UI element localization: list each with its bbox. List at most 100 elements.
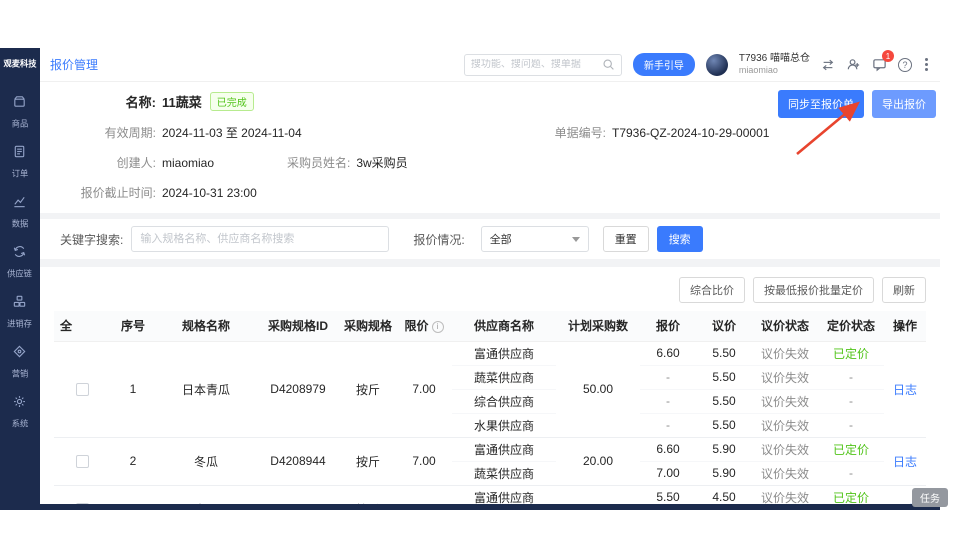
avatar[interactable]: [706, 54, 728, 76]
info-icon[interactable]: i: [432, 321, 444, 333]
creator: 创建人: miaomiao: [60, 154, 287, 171]
row-checkbox-cell: [54, 341, 110, 437]
bottom-bar: [40, 504, 940, 510]
header-spec-name: 规格名称: [156, 311, 256, 341]
table-row: 2冬瓜D4208944按斤7.00富通供应商20.006.605.90议价失效已…: [54, 437, 926, 461]
supplier-name: 蔬菜供应商: [452, 461, 556, 485]
global-search[interactable]: [464, 54, 622, 76]
account-info[interactable]: T7936 喵喵总仓 miaomiao: [739, 53, 810, 77]
log-link[interactable]: 日志: [893, 383, 917, 397]
refresh-button[interactable]: 刷新: [882, 277, 926, 303]
batch-price-button[interactable]: 按最低报价批量定价: [753, 277, 874, 303]
bargain-status: 议价失效: [752, 413, 818, 437]
row-seq: 2: [110, 437, 156, 485]
sidebar-item-orders[interactable]: 订单: [11, 144, 29, 180]
account-name: T7936 喵喵总仓: [739, 53, 810, 66]
messages-icon[interactable]: 1: [872, 57, 887, 72]
row-seq: 3: [110, 485, 156, 504]
price-status: 已定价: [818, 485, 884, 504]
log-link[interactable]: 日志: [893, 455, 917, 469]
select-all-header[interactable]: 全: [54, 311, 78, 341]
sync-to-quote-button[interactable]: 同步至报价单: [778, 90, 864, 118]
search-icon[interactable]: [602, 58, 615, 71]
sidebar: 观麦科技 商品 订单 数据 供应链: [0, 48, 40, 510]
sidebar-item-label: 营销: [12, 368, 29, 380]
sidebar-item-data[interactable]: 数据: [11, 194, 29, 230]
supplier-name: 水果供应商: [452, 413, 556, 437]
gear-icon: [12, 394, 27, 414]
search-button[interactable]: 搜索: [657, 226, 703, 252]
header-action: 操作: [884, 311, 926, 341]
guide-button[interactable]: 新手引导: [633, 53, 695, 76]
switch-store-icon[interactable]: [821, 58, 835, 72]
quote-status-value: 全部: [490, 231, 512, 247]
topbar-right: 新手引导 T7936 喵喵总仓 miaomiao 1 ?: [464, 53, 930, 77]
topbar: 报价管理 新手引导 T7936 喵喵总仓 miaomiao 1 ?: [40, 48, 940, 82]
compare-button[interactable]: 综合比价: [679, 277, 745, 303]
chevron-down-icon: [572, 237, 580, 242]
header-supplier: 供应商名称: [452, 311, 556, 341]
keyword-label: 关键字搜索:: [60, 231, 123, 248]
sidebar-item-supply-chain[interactable]: 供应链: [6, 244, 33, 280]
export-quote-button[interactable]: 导出报价: [872, 90, 936, 118]
valid-period: 有效周期: 2024-11-03 至 2024-11-04: [60, 124, 510, 141]
supplier-bargain: 5.90: [696, 437, 752, 461]
sidebar-item-label: 订单: [12, 168, 29, 180]
row-spec: 按斤: [340, 485, 396, 504]
supplier-name: 富通供应商: [452, 485, 556, 504]
message-badge: 1: [882, 50, 894, 62]
sidebar-item-marketing[interactable]: 营销: [11, 344, 29, 380]
sidebar-item-goods[interactable]: 商品: [11, 94, 29, 130]
bargain-status: 议价失效: [752, 437, 818, 461]
table-header-row: 全 序号 规格名称 采购规格ID 采购规格 限价i 供应商名称 计划采购数 报价…: [54, 311, 926, 341]
sidebar-item-inventory[interactable]: 进销存: [6, 294, 33, 330]
task-floating-tag[interactable]: 任务: [912, 488, 948, 507]
more-menu-icon[interactable]: [923, 63, 930, 66]
orders-icon: [12, 144, 27, 164]
row-checkbox[interactable]: [76, 455, 89, 468]
row-checkbox-cell: [54, 437, 110, 485]
help-icon[interactable]: ?: [898, 58, 912, 72]
sidebar-nav: 商品 订单 数据 供应链 进销存: [6, 94, 33, 430]
quote-status-select[interactable]: 全部: [481, 226, 589, 252]
supplier-quote: -: [640, 365, 696, 389]
bargain-status: 议价失效: [752, 365, 818, 389]
row-spec-id: D4208944: [256, 437, 340, 485]
row-spec: 按斤: [340, 341, 396, 437]
supplier-name: 富通供应商: [452, 341, 556, 365]
price-status: -: [818, 461, 884, 485]
sidebar-item-system[interactable]: 系统: [11, 394, 29, 430]
keyword-input[interactable]: [131, 226, 389, 252]
price-status: 已定价: [818, 437, 884, 461]
row-spec-id: D4208966: [256, 485, 340, 504]
quote-table-card: 综合比价 按最低报价批量定价 刷新 全 序: [40, 267, 940, 504]
supplier-bargain: 5.50: [696, 389, 752, 413]
header-price-status: 定价状态: [818, 311, 884, 341]
content: 名称: 11蔬菜 已完成 有效周期: 2024-11-03 至 2024-11-…: [40, 82, 940, 504]
brand-logo: 观麦科技: [3, 58, 36, 70]
screen: 观麦科技 商品 订单 数据 供应链: [0, 0, 953, 554]
quote-table-body: 1日本青瓜D4208979按斤7.00富通供应商50.006.605.50议价失…: [54, 341, 926, 504]
row-plan-qty: 50.00: [556, 341, 640, 437]
global-search-input[interactable]: [471, 59, 602, 70]
page-title: 报价管理: [50, 56, 98, 73]
reset-button[interactable]: 重置: [603, 226, 649, 252]
row-checkbox[interactable]: [76, 383, 89, 396]
table-row: 3南瓜D4208966按斤-富通供应商30.005.504.50议价失效已定价日…: [54, 485, 926, 504]
row-limit: 7.00: [396, 437, 452, 485]
sidebar-item-label: 系统: [12, 418, 29, 430]
sidebar-item-label: 商品: [12, 118, 29, 130]
info-row-3: 报价截止时间: 2024-10-31 23:00: [60, 184, 920, 201]
row-action-cell: 日志: [884, 437, 926, 485]
row-plan-qty: 30.00: [556, 485, 640, 504]
row-spec-name: 南瓜: [156, 485, 256, 504]
header-bargain: 议价: [696, 311, 752, 341]
invite-user-icon[interactable]: [846, 57, 861, 72]
header-limit: 限价i: [396, 311, 452, 341]
info-row-2: 创建人: miaomiao 采购员姓名: 3w采购员: [60, 154, 920, 171]
table-row: 1日本青瓜D4208979按斤7.00富通供应商50.006.605.50议价失…: [54, 341, 926, 365]
filter-bar: 关键字搜索: 报价情况: 全部 重置 搜索: [40, 219, 940, 259]
summary-actions: 同步至报价单 导出报价: [778, 90, 936, 118]
marketing-icon: [12, 344, 27, 364]
row-seq: 1: [110, 341, 156, 437]
